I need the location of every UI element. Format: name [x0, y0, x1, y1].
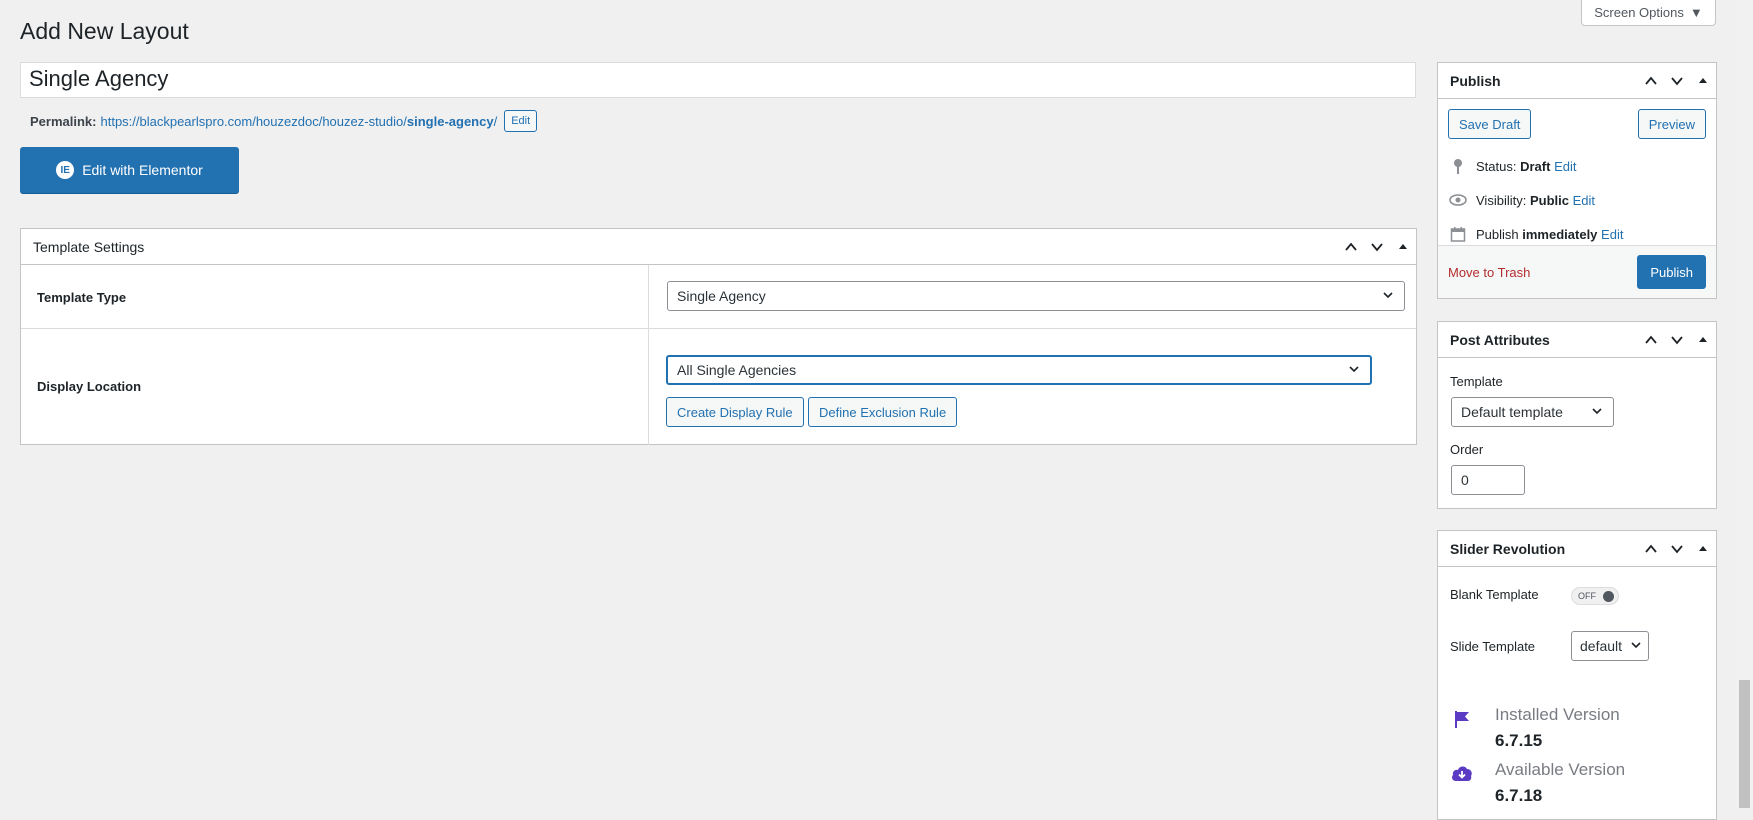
- post-attributes-header: Post Attributes: [1438, 322, 1716, 358]
- blank-template-toggle[interactable]: OFF: [1571, 587, 1619, 605]
- preview-button[interactable]: Preview: [1637, 109, 1706, 139]
- template-type-select[interactable]: Single Agency: [667, 281, 1405, 311]
- edit-with-elementor-button[interactable]: IE Edit with Elementor: [20, 147, 239, 193]
- installed-version-label: Installed Version: [1495, 705, 1620, 724]
- eye-icon: [1448, 194, 1468, 206]
- move-up-icon[interactable]: [1638, 63, 1664, 98]
- status-value: Draft: [1520, 158, 1551, 174]
- toggle-panel-icon[interactable]: [1690, 63, 1716, 98]
- chevron-down-icon: [1591, 404, 1603, 420]
- edit-permalink-button[interactable]: Edit: [504, 110, 538, 132]
- visibility-value: Public: [1529, 192, 1569, 208]
- installed-version-value: 6.7.15: [1495, 731, 1543, 750]
- status-row: Status: Draft Edit: [1438, 149, 1716, 183]
- edit-status-link[interactable]: Edit: [1554, 159, 1576, 174]
- publish-header: Publish: [1438, 63, 1716, 99]
- template-type-label: Template Type: [37, 290, 127, 305]
- publish-button[interactable]: Publish: [1637, 255, 1706, 289]
- edit-visibility-link[interactable]: Edit: [1573, 193, 1595, 208]
- create-display-rule-button[interactable]: Create Display Rule: [666, 397, 804, 427]
- caret-down-icon: ▼: [1689, 5, 1703, 20]
- screen-options-label: Screen Options: [1594, 5, 1684, 20]
- display-location-value: All Single Agencies: [677, 362, 797, 378]
- post-attributes-box: Post Attributes Template Default templat…: [1437, 321, 1717, 509]
- publish-actions: Move to Trash Publish: [1438, 245, 1716, 298]
- save-draft-button[interactable]: Save Draft: [1448, 109, 1532, 139]
- slider-revolution-box: Slider Revolution Blank Template OFF Sli…: [1437, 530, 1717, 820]
- order-value: 0: [1461, 472, 1469, 488]
- permalink: Permalink: https://blackpearlspro.com/ho…: [30, 110, 538, 132]
- visibility-row: Visibility: Public Edit: [1438, 183, 1716, 217]
- page-template-select[interactable]: Default template: [1451, 397, 1614, 427]
- move-down-icon[interactable]: [1664, 63, 1690, 98]
- scrollbar-thumb[interactable]: [1739, 680, 1750, 808]
- publish-title: Publish: [1450, 72, 1501, 89]
- slide-template-select[interactable]: default: [1571, 631, 1649, 661]
- template-settings-title: Template Settings: [33, 238, 145, 255]
- blank-template-label: Blank Template: [1450, 587, 1539, 602]
- permalink-url-trailing: /: [493, 113, 498, 129]
- edit-with-elementor-label: Edit with Elementor: [82, 162, 203, 178]
- slide-template-value: default: [1580, 638, 1623, 654]
- visibility-label: Visibility:: [1476, 192, 1527, 208]
- order-label: Order: [1450, 442, 1484, 457]
- display-location-select[interactable]: All Single Agencies: [666, 355, 1372, 385]
- display-location-label: Display Location: [37, 379, 142, 394]
- page-template-value: Default template: [1461, 404, 1563, 420]
- cloud-download-icon: [1450, 764, 1474, 785]
- display-location-row: Display Location All Single Agencies Cre…: [21, 329, 1416, 445]
- available-version-value: 6.7.18: [1495, 786, 1543, 805]
- toggle-panel-icon[interactable]: [1690, 531, 1716, 566]
- elementor-icon: IE: [56, 161, 75, 179]
- publish-box: Publish Save Draft Preview Status: Draft…: [1437, 62, 1717, 299]
- template-label: Template: [1450, 374, 1503, 389]
- post-title-input[interactable]: Single Agency: [20, 62, 1416, 98]
- template-type-row: Template Type Single Agency: [21, 265, 1416, 329]
- move-down-icon[interactable]: [1664, 531, 1690, 566]
- permalink-label: Permalink:: [30, 113, 97, 129]
- permalink-link[interactable]: https://blackpearlspro.com/houzezdoc/hou…: [100, 114, 497, 129]
- edit-publish-date-link[interactable]: Edit: [1601, 227, 1623, 242]
- screen-options-button[interactable]: Screen Options ▼: [1581, 0, 1716, 26]
- chevron-down-icon: [1630, 638, 1642, 654]
- define-exclusion-rule-button[interactable]: Define Exclusion Rule: [808, 397, 958, 427]
- move-to-trash-link[interactable]: Move to Trash: [1448, 265, 1530, 280]
- move-up-icon[interactable]: [1638, 531, 1664, 566]
- permalink-slug: single-agency: [406, 113, 494, 129]
- publish-date-value: immediately: [1522, 226, 1598, 242]
- permalink-url-base: https://blackpearlspro.com/houzezdoc/hou…: [100, 113, 407, 129]
- template-settings-header: Template Settings: [21, 229, 1416, 265]
- move-down-icon[interactable]: [1364, 229, 1390, 264]
- calendar-icon: [1448, 226, 1468, 242]
- chevron-down-icon: [1382, 288, 1394, 304]
- page-title: Add New Layout: [20, 18, 189, 44]
- flag-icon: [1452, 709, 1472, 732]
- toggle-state: OFF: [1578, 591, 1596, 601]
- toggle-panel-icon[interactable]: [1690, 322, 1716, 357]
- template-settings-box: Template Settings Template Type Single A…: [20, 228, 1417, 445]
- slider-revolution-title: Slider Revolution: [1450, 540, 1566, 557]
- post-attributes-title: Post Attributes: [1450, 331, 1550, 348]
- order-input[interactable]: 0: [1451, 465, 1525, 495]
- pin-icon: [1448, 158, 1468, 174]
- toggle-panel-icon[interactable]: [1390, 229, 1416, 264]
- toggle-knob: [1603, 590, 1614, 602]
- chevron-down-icon: [1348, 362, 1360, 378]
- move-up-icon[interactable]: [1638, 322, 1664, 357]
- available-version-label: Available Version: [1495, 760, 1626, 779]
- publish-date-label: Publish: [1476, 226, 1519, 242]
- slider-revolution-header: Slider Revolution: [1438, 531, 1716, 567]
- template-type-value: Single Agency: [677, 288, 766, 304]
- move-down-icon[interactable]: [1664, 322, 1690, 357]
- status-label: Status:: [1476, 158, 1517, 174]
- move-up-icon[interactable]: [1338, 229, 1364, 264]
- slide-template-label: Slide Template: [1450, 639, 1536, 654]
